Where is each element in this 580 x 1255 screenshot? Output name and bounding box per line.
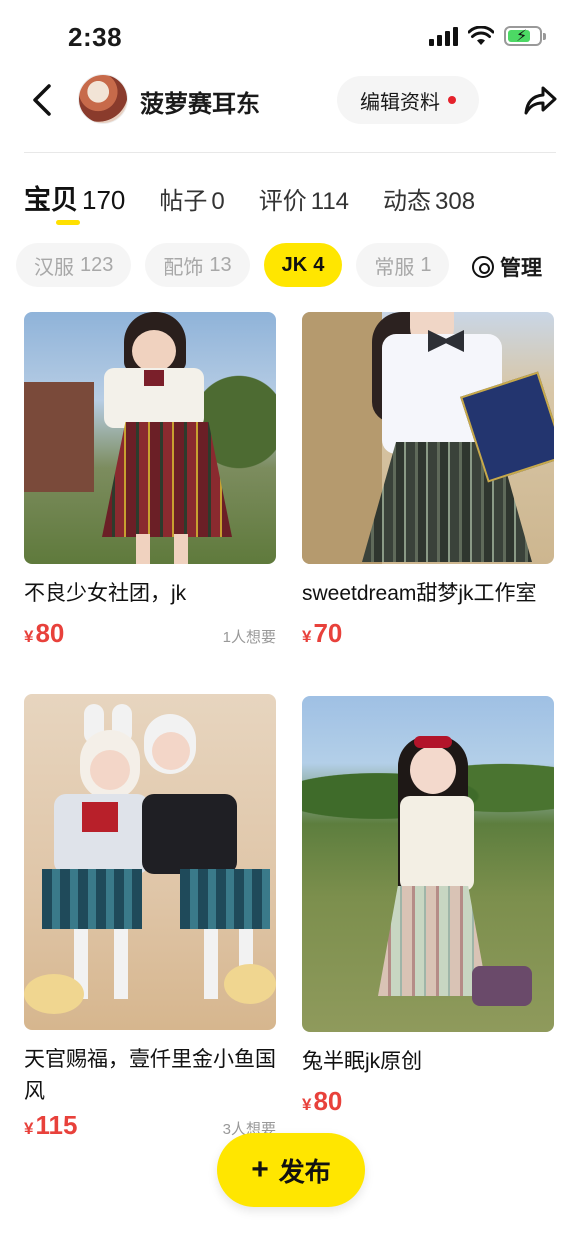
price-row: ¥80 <box>302 1086 554 1117</box>
chip-jk[interactable]: JK 4 <box>263 243 343 287</box>
product-title: 天官赐福，壹仟里金小鱼国风 <box>24 1048 276 1103</box>
product-price: ¥70 <box>302 618 343 648</box>
chip-hanfu[interactable]: 汉服 123 <box>16 243 132 287</box>
tab-count: 114 <box>310 188 350 215</box>
chip-label: 配饰 <box>163 256 204 279</box>
category-chips: 汉服 123 配饰 13 JK 4 常服 1 <box>16 243 456 287</box>
tab-count: 170 <box>82 185 126 215</box>
tab-items[interactable]: 宝贝 170 <box>24 178 126 225</box>
product-price: ¥80 <box>24 618 65 648</box>
manage-icon <box>472 256 494 278</box>
chip-label: JK <box>281 253 308 276</box>
tab-posts[interactable]: 帖子 0 <box>159 181 224 216</box>
main-tabs: 宝贝 170 帖子 0 评价 114 动态 308 <box>24 178 509 225</box>
tab-label: 宝贝 <box>24 185 78 215</box>
product-image[interactable] <box>302 312 554 564</box>
avatar[interactable] <box>78 74 128 124</box>
product-image[interactable] <box>24 694 276 1030</box>
tab-activity[interactable]: 动态 308 <box>383 181 475 216</box>
chip-label: 汉服 <box>34 256 74 279</box>
publish-button[interactable]: + 发布 <box>217 1133 365 1207</box>
cellular-signal-icon <box>429 26 458 46</box>
back-button[interactable] <box>24 80 60 120</box>
share-button[interactable] <box>522 82 558 118</box>
product-title: sweetdream甜梦jk工作室 <box>302 582 537 605</box>
active-tab-indicator <box>56 220 80 225</box>
share-icon <box>524 86 557 115</box>
want-count: 1人想要 <box>222 629 276 646</box>
tab-count: 0 <box>211 188 225 215</box>
tab-label: 帖子 <box>159 188 208 215</box>
product-title: 兔半眠jk原创 <box>302 1050 423 1073</box>
publish-label: 发布 <box>278 1156 331 1187</box>
header-divider <box>24 152 556 153</box>
product-image[interactable] <box>302 696 554 1032</box>
product-image[interactable] <box>24 312 276 564</box>
tab-label: 动态 <box>383 188 432 215</box>
chip-count: 13 <box>209 253 232 276</box>
chip-count: 1 <box>420 253 432 276</box>
notification-dot <box>448 96 456 104</box>
chip-accessories[interactable]: 配饰 13 <box>145 243 250 287</box>
profile-header: 菠萝赛耳东 编辑资料 <box>0 70 580 140</box>
chip-label: 常服 <box>374 256 415 279</box>
battery-icon: ⚡ <box>504 26 546 46</box>
status-bar: 2:38 ⚡ <box>0 0 580 70</box>
price-row: ¥70 <box>302 618 554 649</box>
price-row: ¥80 1人想要 <box>24 618 276 649</box>
status-icons: ⚡ <box>429 26 546 46</box>
manage-label: 管理 <box>500 257 542 280</box>
status-time: 2:38 <box>68 22 123 52</box>
product-card[interactable]: 不良少女社团，jk ¥80 1人想要 <box>24 312 276 649</box>
edit-profile-label: 编辑资料 <box>360 91 440 114</box>
tab-label: 评价 <box>258 188 307 215</box>
product-price: ¥80 <box>302 1086 343 1116</box>
edit-profile-button[interactable]: 编辑资料 <box>337 76 479 124</box>
manage-button[interactable]: 管理 <box>472 252 542 282</box>
chip-count: 123 <box>80 253 114 276</box>
username: 菠萝赛耳东 <box>140 91 260 118</box>
chip-count: 4 <box>313 253 325 276</box>
product-card[interactable]: 兔半眠jk原创 ¥80 <box>302 696 554 1117</box>
chip-casual[interactable]: 常服 1 <box>356 243 450 287</box>
product-card[interactable]: sweetdream甜梦jk工作室 ¥70 <box>302 312 554 649</box>
product-card[interactable]: 天官赐福，壹仟里金小鱼国风 ¥115 3人想要 <box>24 694 276 1141</box>
tab-count: 308 <box>435 188 476 215</box>
plus-icon: + <box>251 1153 269 1186</box>
product-price: ¥115 <box>24 1110 78 1140</box>
chevron-left-icon <box>33 84 51 116</box>
tab-reviews[interactable]: 评价 114 <box>259 181 349 216</box>
wifi-icon <box>468 26 494 45</box>
product-title: 不良少女社团，jk <box>24 582 187 605</box>
